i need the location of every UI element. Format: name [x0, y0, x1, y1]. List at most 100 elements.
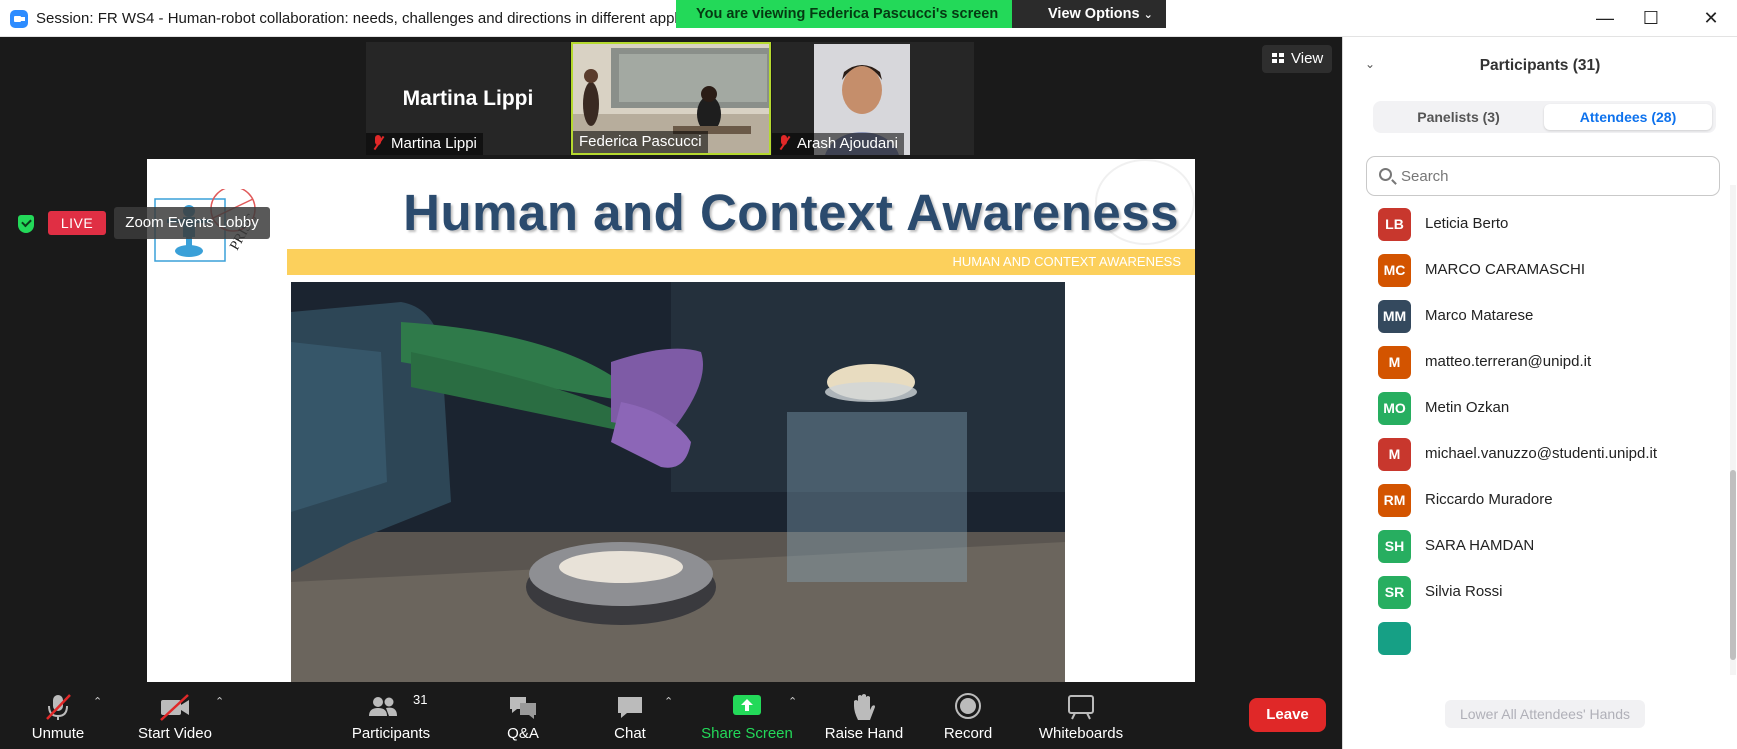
- unmute-button[interactable]: Unmute: [18, 683, 98, 749]
- whiteboards-label: Whiteboards: [1038, 725, 1124, 742]
- list-item[interactable]: SR Silvia Rossi: [1343, 569, 1723, 615]
- live-badge[interactable]: LIVE: [48, 211, 106, 235]
- tab-attendees[interactable]: Attendees (28): [1544, 104, 1712, 130]
- share-options-chevron-icon[interactable]: ⌃: [788, 695, 797, 708]
- grid-view-icon: [1272, 53, 1285, 64]
- video-tile-arash-ajoudani[interactable]: Arash Ajoudani: [772, 42, 974, 155]
- raise-hand-button[interactable]: Raise Hand: [818, 683, 910, 749]
- view-options-label: View Options: [1048, 6, 1140, 22]
- list-item[interactable]: RM Riccardo Muradore: [1343, 477, 1723, 523]
- zoom-events-lobby-button[interactable]: Zoom Events Lobby: [114, 207, 270, 239]
- unmute-label: Unmute: [31, 725, 85, 742]
- raise-hand-label: Raise Hand: [824, 725, 904, 742]
- list-item[interactable]: M michael.vanuzzo@studenti.unipd.it: [1343, 431, 1723, 477]
- shared-screen-slide: PRISC Human and Context Awareness HUMAN …: [147, 159, 1195, 682]
- avatar: M: [1378, 346, 1411, 379]
- share-screen-label: Share Screen: [701, 725, 793, 742]
- participant-name: Silvia Rossi: [1425, 583, 1503, 600]
- list-item[interactable]: MC MARCO CARAMASCHI: [1343, 247, 1723, 293]
- leave-button[interactable]: Leave: [1249, 698, 1326, 732]
- avatar: MO: [1378, 392, 1411, 425]
- list-item[interactable]: MO Metin Ozkan: [1343, 385, 1723, 431]
- video-camera-off-icon: [160, 694, 189, 721]
- raise-hand-icon: [854, 694, 875, 720]
- participant-name: Leticia Berto: [1425, 215, 1509, 232]
- whiteboards-button[interactable]: Whiteboards: [1034, 683, 1128, 749]
- view-options-button[interactable]: View Options ⌄: [1012, 0, 1166, 28]
- avatar: RM: [1378, 484, 1411, 517]
- avatar: SH: [1378, 530, 1411, 563]
- chat-label: Chat: [614, 725, 646, 742]
- chat-button[interactable]: Chat: [605, 683, 655, 749]
- avatar: MM: [1378, 300, 1411, 333]
- list-item[interactable]: MM Marco Matarese: [1343, 293, 1723, 339]
- slide-ribbon: HUMAN AND CONTEXT AWARENESS: [287, 249, 1195, 275]
- tile-name-text: Federica Pascucci: [579, 133, 702, 150]
- list-item[interactable]: LB Leticia Berto: [1343, 201, 1723, 247]
- tile-name-label: Federica Pascucci: [573, 131, 708, 153]
- participant-name: MARCO CARAMASCHI: [1425, 261, 1586, 278]
- slide-photo-robot-vacuum: [291, 282, 1065, 682]
- minimize-button[interactable]: —: [1591, 6, 1619, 30]
- participant-name: matteo.terreran@unipd.it: [1425, 353, 1592, 370]
- panel-title: Participants (31): [1479, 57, 1601, 74]
- slide-heading: Human and Context Awareness: [403, 184, 1179, 241]
- view-layout-button[interactable]: View: [1262, 45, 1332, 73]
- share-screen-button[interactable]: Share Screen: [697, 683, 797, 749]
- audio-options-chevron-icon[interactable]: ⌃: [93, 695, 102, 708]
- participant-search[interactable]: [1366, 156, 1720, 196]
- avatar: MC: [1378, 254, 1411, 287]
- participants-panel: ⌄ Participants (31) Panelists (3) Attend…: [1342, 37, 1737, 749]
- start-video-button[interactable]: Start Video: [130, 683, 220, 749]
- participant-name: Riccardo Muradore: [1425, 491, 1553, 508]
- participants-tab-switch: Panelists (3) Attendees (28): [1373, 101, 1716, 133]
- zoom-logo-icon: [10, 10, 28, 28]
- viewing-screen-banner: You are viewing Federica Pascucci's scre…: [676, 0, 1012, 28]
- record-button[interactable]: Record: [936, 683, 1000, 749]
- chevron-down-icon: ⌄: [1143, 9, 1153, 21]
- window-title: Session: FR WS4 - Human-robot collaborat…: [36, 10, 676, 27]
- tab-panelists[interactable]: Panelists (3): [1376, 104, 1541, 130]
- qa-button[interactable]: Q&A: [496, 683, 550, 749]
- list-item[interactable]: M matteo.terreran@unipd.it: [1343, 339, 1723, 385]
- start-video-label: Start Video: [138, 725, 212, 742]
- list-item[interactable]: [1343, 615, 1723, 661]
- participant-name: Marco Matarese: [1425, 307, 1534, 324]
- video-tile-martina-lippi[interactable]: Martina Lippi Martina Lippi: [366, 42, 570, 155]
- tile-name-label: Martina Lippi: [366, 133, 483, 155]
- avatar: M: [1378, 438, 1411, 471]
- participants-icon: [369, 697, 397, 716]
- record-icon: [955, 693, 981, 719]
- meeting-stage: Martina Lippi Martina Lippi Federica Pas…: [0, 37, 1342, 683]
- chat-options-chevron-icon[interactable]: ⌃: [664, 695, 673, 708]
- participant-name: SARA HAMDAN: [1425, 537, 1535, 554]
- video-options-chevron-icon[interactable]: ⌃: [215, 695, 224, 708]
- qa-label: Q&A: [507, 725, 539, 742]
- tile-name-text: Arash Ajoudani: [797, 135, 898, 152]
- chat-bubble-icon: [618, 697, 642, 718]
- encryption-shield-icon[interactable]: [18, 215, 34, 233]
- qa-icon: [510, 697, 536, 719]
- maximize-button[interactable]: ☐: [1637, 6, 1665, 30]
- mic-muted-icon: [778, 135, 790, 150]
- search-input[interactable]: [1401, 165, 1701, 187]
- close-window-button[interactable]: ✕: [1697, 6, 1725, 30]
- mic-muted-icon: [372, 135, 384, 150]
- video-tile-federica-pascucci[interactable]: Federica Pascucci: [571, 42, 771, 155]
- avatar: SR: [1378, 576, 1411, 609]
- participants-button[interactable]: 31 Participants: [345, 683, 437, 749]
- participant-name: michael.vanuzzo@studenti.unipd.it: [1425, 445, 1658, 462]
- list-scrollbar[interactable]: [1730, 185, 1736, 675]
- meeting-toolbar: Unmute ⌃ Start Video ⌃ 31 Participants Q…: [0, 683, 1342, 749]
- share-screen-icon: [733, 695, 761, 715]
- attendee-list: LB Leticia Berto MC MARCO CARAMASCHI MM …: [1343, 201, 1723, 669]
- participants-label: Participants: [351, 725, 431, 742]
- scrollbar-thumb[interactable]: [1730, 470, 1736, 660]
- view-label: View: [1291, 50, 1324, 67]
- lower-all-hands-button[interactable]: Lower All Attendees' Hands: [1445, 700, 1645, 728]
- participant-name: Metin Ozkan: [1425, 399, 1510, 416]
- tile-name-label: Arash Ajoudani: [772, 133, 904, 155]
- tile-display-name: Martina Lippi: [402, 87, 534, 110]
- participants-count: 31: [413, 692, 428, 707]
- list-item[interactable]: SH SARA HAMDAN: [1343, 523, 1723, 569]
